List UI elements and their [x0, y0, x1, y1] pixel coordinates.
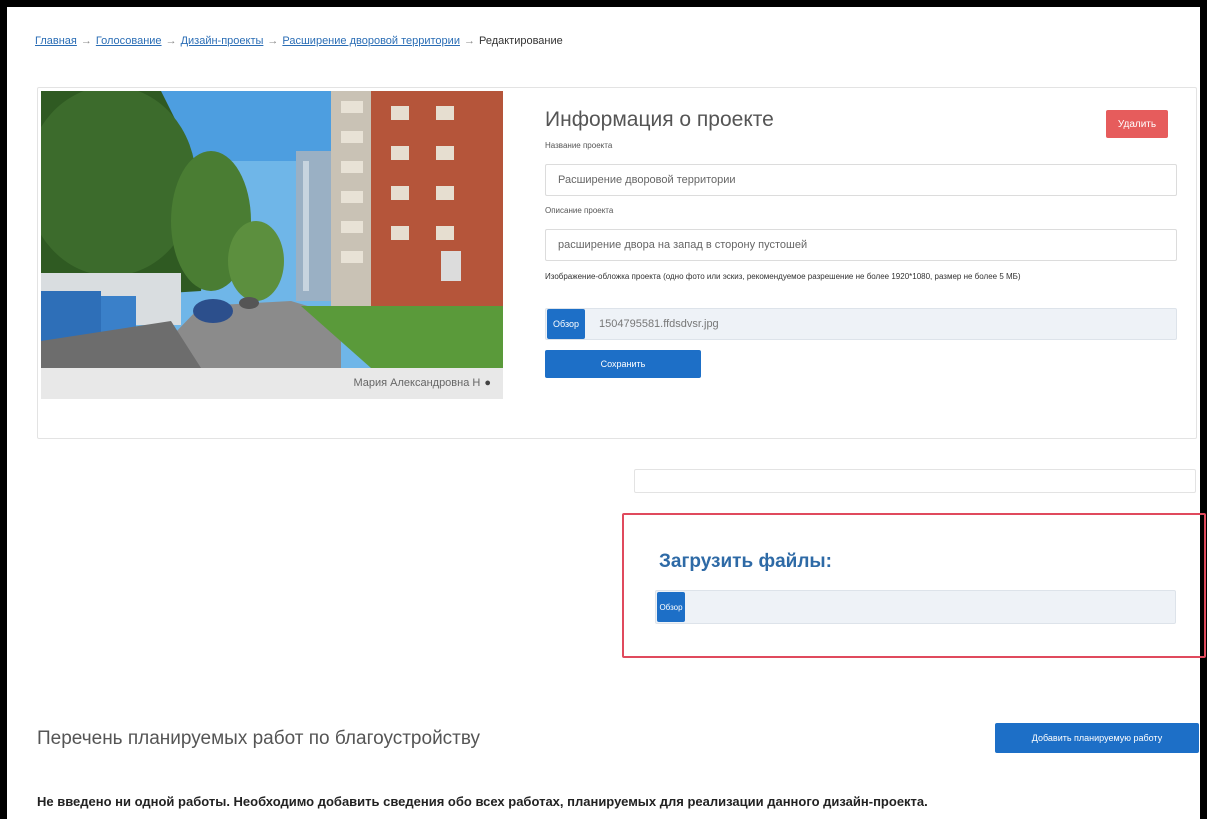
project-description-input[interactable]: расширение двора на запад в сторону пуст… — [545, 229, 1177, 261]
empty-panel — [634, 469, 1196, 493]
save-button[interactable]: Сохранить — [545, 350, 701, 378]
breadcrumb-separator: → — [267, 35, 279, 47]
project-name-label: Название проекта — [545, 141, 613, 150]
add-work-button[interactable]: Добавить планируемую работу — [995, 723, 1199, 753]
browse-files-button[interactable]: Обзор — [657, 592, 685, 622]
breadcrumb-separator: → — [80, 35, 92, 47]
breadcrumb-project[interactable]: Расширение дворовой территории — [282, 35, 460, 47]
photo-author-name: Мария Александровна Н — [353, 377, 481, 389]
page-frame: Главная → Голосование → Дизайн-проекты → Расши… — [0, 0, 1207, 819]
breadcrumb-current: Редактирование — [478, 35, 563, 47]
project-panel: Мария Александровна Н ● Информация о прое… — [37, 87, 1197, 439]
project-photo — [41, 91, 503, 368]
works-empty-message: Не введено ни одной работы. Необходимо д… — [37, 794, 928, 809]
breadcrumb-separator: → — [463, 35, 475, 47]
breadcrumb: Главная → Голосование → Дизайн-проекты → Расши… — [35, 35, 563, 47]
breadcrumb-home[interactable]: Главная — [35, 35, 77, 47]
breadcrumb-design-projects[interactable]: Дизайн-проекты — [181, 35, 264, 47]
image-hint: Изображение-обложка проекта (одно фото и… — [545, 272, 1021, 281]
project-photo-card: Мария Александровна Н ● — [41, 91, 503, 399]
project-info: Информация о проекте Удалить Название пр… — [542, 88, 1182, 428]
image-file-input[interactable]: Обзор 1504795581.ffdsdvsr.jpg — [545, 308, 1177, 340]
selected-file-name: 1504795581.ffdsdvsr.jpg — [599, 318, 719, 330]
browse-image-button[interactable]: Обзор — [547, 309, 585, 339]
breadcrumb-voting[interactable]: Голосование — [96, 35, 162, 47]
person-icon: ● — [484, 377, 491, 389]
upload-files-input[interactable]: Обзор — [655, 590, 1176, 624]
delete-button[interactable]: Удалить — [1106, 110, 1168, 138]
upload-files-section: Загрузить файлы: Обзор — [622, 513, 1206, 658]
project-description-label: Описание проекта — [545, 206, 614, 215]
breadcrumb-separator: → — [165, 35, 177, 47]
upload-files-title: Загрузить файлы: — [659, 551, 832, 572]
project-info-title: Информация о проекте — [545, 108, 774, 131]
project-name-input[interactable]: Расширение дворовой территории — [545, 164, 1177, 196]
works-title: Перечень планируемых работ по благоустро… — [37, 728, 481, 749]
photo-author: Мария Александровна Н ● — [353, 377, 491, 389]
